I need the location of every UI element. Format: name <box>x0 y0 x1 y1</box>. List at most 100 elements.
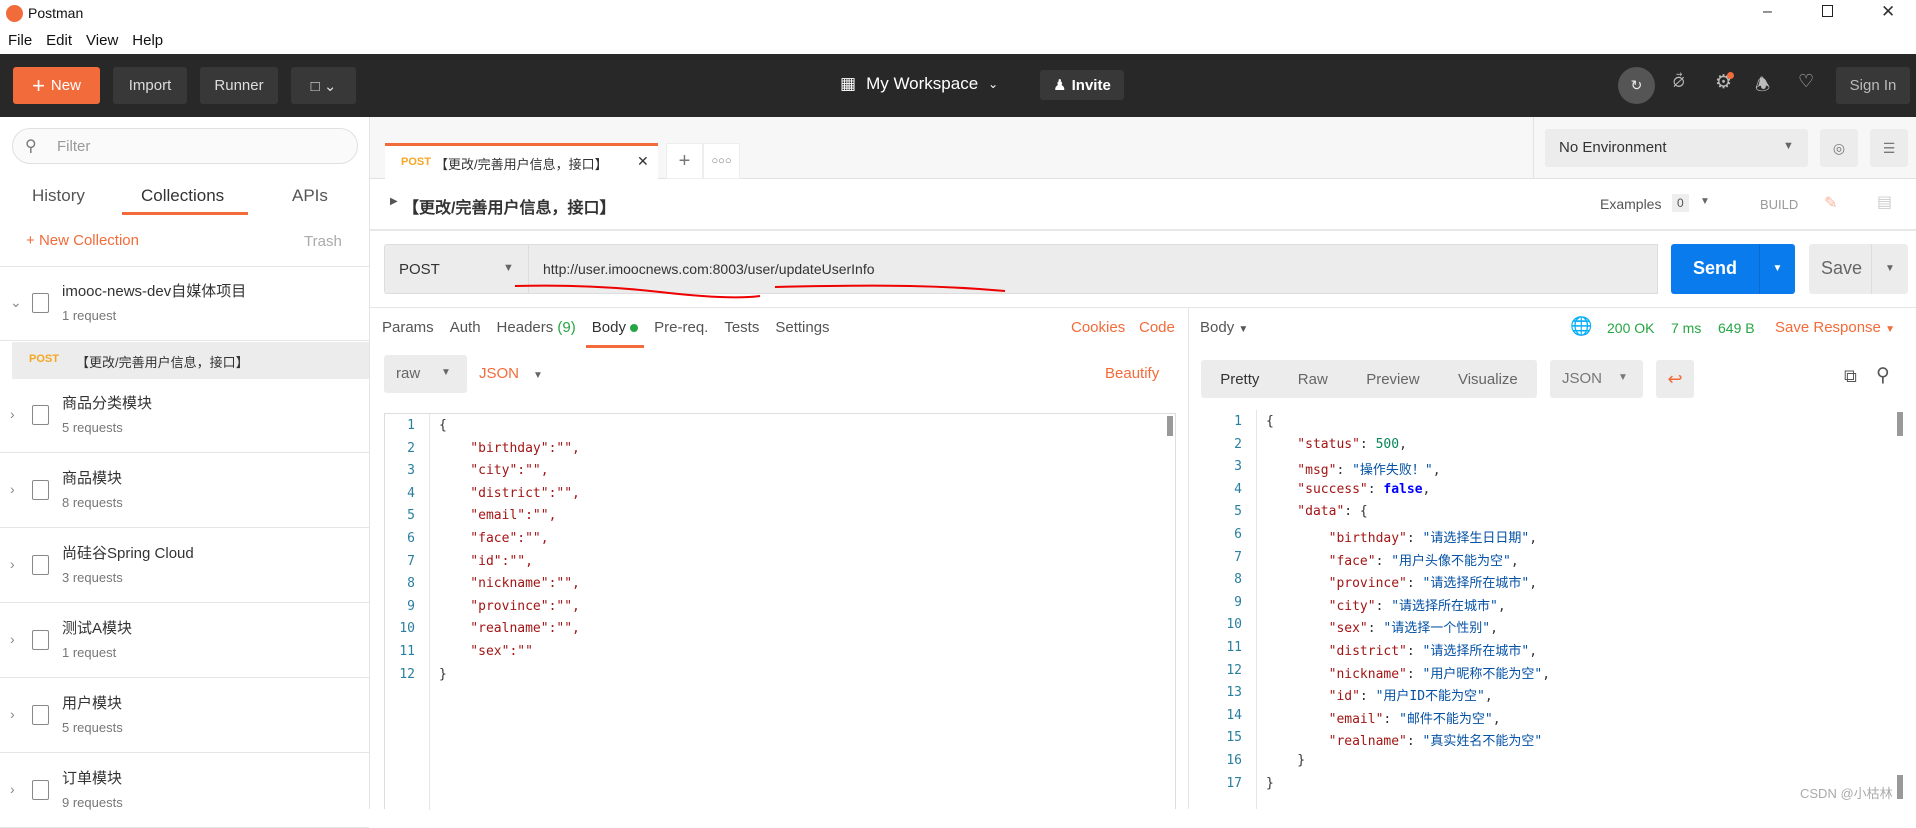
sign-in-button[interactable]: Sign In <box>1836 67 1910 104</box>
bell-icon[interactable]: 🕭 <box>1755 72 1770 101</box>
trash-link[interactable]: Trash <box>304 233 342 250</box>
new-window-button[interactable]: □ ⌄ <box>291 67 356 104</box>
editor-scrollbar[interactable] <box>1167 416 1173 436</box>
send-button[interactable]: Send ▼ <box>1671 244 1795 294</box>
sidebar-request-item[interactable]: POST 【更改/完善用户信息，接口】 <box>12 342 369 379</box>
status-code[interactable]: 200 OK <box>1607 320 1654 336</box>
view-preview[interactable]: Preview <box>1366 371 1419 388</box>
beautify-link[interactable]: Beautify <box>1105 365 1159 382</box>
satellite-icon[interactable]: ⦳ <box>1673 74 1685 92</box>
chevron-right-icon[interactable]: › <box>10 781 15 797</box>
collection-item[interactable]: › 订单模块 9 requests <box>0 753 369 828</box>
tab-params[interactable]: Params <box>382 319 434 336</box>
json-token: , <box>1510 553 1519 569</box>
collection-item[interactable]: › 用户模块 5 requests <box>0 678 369 753</box>
minimize-button[interactable]: – <box>1763 3 1772 21</box>
menu-file[interactable]: File <box>8 32 32 49</box>
tab-history[interactable]: History <box>32 186 85 206</box>
settings-icon[interactable]: ⚙ <box>1715 71 1735 94</box>
line-number: 4 <box>407 485 415 501</box>
view-pretty[interactable]: Pretty <box>1220 371 1259 388</box>
chevron-down-icon[interactable]: ⌄ <box>10 294 22 311</box>
environment-quick-look-button[interactable]: ◎ <box>1820 129 1858 167</box>
save-button[interactable]: Save ▼ <box>1809 244 1908 294</box>
collection-item[interactable]: › 测试A模块 1 request <box>0 603 369 678</box>
view-raw[interactable]: Raw <box>1298 371 1328 388</box>
tab-tests[interactable]: Tests <box>724 319 759 336</box>
response-size[interactable]: 649 B <box>1718 320 1755 336</box>
caret-down-icon[interactable]: ▼ <box>1759 244 1795 294</box>
workspace-switcher[interactable]: ▦ My Workspace ⌄ <box>840 74 998 94</box>
body-type-select[interactable]: JSON ▼ <box>479 365 543 382</box>
tab-prereq[interactable]: Pre-req. <box>654 319 708 336</box>
chevron-right-icon[interactable]: › <box>10 556 15 572</box>
maximize-button[interactable] <box>1822 5 1833 17</box>
menu-help[interactable]: Help <box>132 32 163 49</box>
chevron-right-icon[interactable]: › <box>10 706 15 722</box>
heart-icon[interactable]: ♡ <box>1798 71 1814 92</box>
copy-icon[interactable]: ⧉ <box>1844 366 1857 387</box>
caret-down-icon[interactable]: ▼ <box>1871 244 1908 294</box>
tab-settings[interactable]: Settings <box>775 319 829 336</box>
collection-item[interactable]: ⌄ imooc-news-dev自媒体项目 1 request <box>0 266 369 341</box>
examples-label[interactable]: Examples <box>1600 196 1661 212</box>
json-line: } <box>1266 776 1274 791</box>
response-time[interactable]: 7 ms <box>1671 320 1701 336</box>
json-token: : <box>1367 621 1384 637</box>
new-collection-button[interactable]: + New Collection <box>26 232 139 249</box>
invite-button[interactable]: ♟ Invite <box>1040 70 1124 100</box>
chevron-right-icon[interactable]: › <box>10 406 15 422</box>
body-mode-select[interactable]: raw ▼ <box>384 355 467 393</box>
environment-select[interactable]: No Environment ▼ <box>1545 129 1808 167</box>
add-tab-button[interactable]: + <box>666 143 703 179</box>
caret-down-icon: ▼ <box>1885 324 1895 335</box>
request-tab[interactable]: POST 【更改/完善用户信息，接口】 ✕ <box>385 143 658 179</box>
caret-down-icon[interactable]: ▼ <box>1700 196 1710 207</box>
menu-view[interactable]: View <box>86 32 118 49</box>
line-number: 4 <box>1234 481 1242 497</box>
chevron-right-icon[interactable]: › <box>10 631 15 647</box>
wrap-lines-button[interactable]: ↩ <box>1656 360 1694 398</box>
close-tab-icon[interactable]: ✕ <box>637 153 649 170</box>
import-button[interactable]: Import <box>113 67 187 104</box>
line-number: 12 <box>399 666 415 682</box>
viewer-scrollbar[interactable] <box>1897 412 1903 436</box>
caret-right-icon[interactable]: ▶ <box>390 196 398 207</box>
toolbar: + New Import Runner □ ⌄ ▦ My Workspace ⌄ ♟ I… <box>0 54 1916 117</box>
search-icon[interactable]: ⚲ <box>1876 364 1890 387</box>
save-response-button[interactable]: Save Response ▼ <box>1775 319 1895 336</box>
tab-auth[interactable]: Auth <box>450 319 481 336</box>
cookies-link[interactable]: Cookies <box>1071 319 1125 336</box>
tab-body[interactable]: Body <box>585 319 645 348</box>
more-tabs-button[interactable]: ○○○ <box>703 143 740 179</box>
new-button[interactable]: + New <box>13 67 100 104</box>
json-token: } <box>1266 753 1306 768</box>
menu-edit[interactable]: Edit <box>46 32 72 49</box>
comments-icon[interactable]: ▤ <box>1877 192 1892 212</box>
response-format-select[interactable]: JSON ▼ <box>1550 360 1643 398</box>
pane-divider[interactable] <box>1188 307 1189 809</box>
tab-apis[interactable]: APIs <box>292 186 328 206</box>
collection-item[interactable]: › 尚硅谷Spring Cloud 3 requests <box>0 528 369 603</box>
chevron-right-icon[interactable]: › <box>10 481 15 497</box>
collection-item[interactable]: › 商品模块 8 requests <box>0 453 369 528</box>
sync-icon[interactable]: ↻ <box>1618 67 1655 104</box>
tab-headers[interactable]: Headers (9) <box>497 319 576 336</box>
edit-icon[interactable]: ✎ <box>1824 193 1837 213</box>
response-body-dropdown[interactable]: Body ▼ <box>1200 319 1248 336</box>
code-link[interactable]: Code <box>1139 319 1175 336</box>
runner-button[interactable]: Runner <box>200 67 278 104</box>
view-visualize[interactable]: Visualize <box>1458 371 1518 388</box>
build-button[interactable]: BUILD <box>1760 197 1798 212</box>
grid-icon: ▦ <box>840 74 857 93</box>
request-body-editor[interactable]: 1 {2 "birthday":"", 3 "city":"", 4 "distric… <box>384 413 1176 810</box>
tab-collections[interactable]: Collections <box>141 186 224 206</box>
json-line: "province": "请选择所在城市", <box>1266 572 1537 591</box>
close-window-button[interactable]: ✕ <box>1881 2 1895 22</box>
method-select[interactable]: POST ▼ <box>384 244 529 294</box>
filter-input[interactable]: ⚲ Filter <box>12 128 358 164</box>
manage-environments-button[interactable]: ☰ <box>1870 129 1908 167</box>
json-token: "邮件不能为空" <box>1399 711 1493 727</box>
collection-item[interactable]: › 商品分类模块 5 requests <box>0 378 369 453</box>
line-number: 14 <box>1226 707 1242 723</box>
